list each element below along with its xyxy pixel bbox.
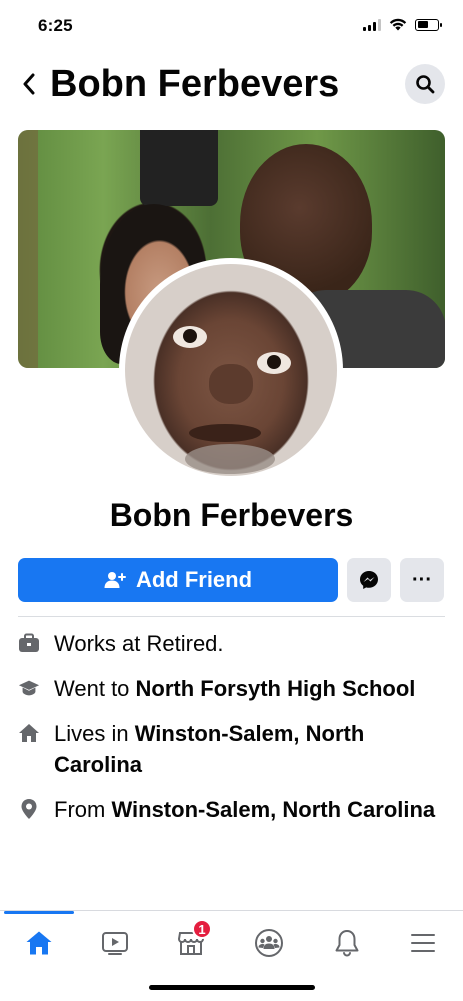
intro-details: Works at Retired. Went to North Forsyth … — [18, 628, 445, 839]
location-pin-icon — [18, 798, 40, 820]
search-button[interactable] — [405, 64, 445, 104]
status-icons — [363, 18, 442, 31]
add-friend-icon — [104, 572, 126, 588]
home-icon — [26, 931, 52, 955]
video-icon — [102, 932, 128, 955]
tab-home[interactable] — [14, 923, 64, 963]
detail-from-prefix: From — [54, 797, 112, 822]
home-indicator — [149, 985, 315, 990]
divider — [18, 616, 445, 617]
detail-education-prefix: Went to — [54, 676, 136, 701]
messenger-icon — [360, 571, 378, 589]
detail-education[interactable]: Went to North Forsyth High School — [18, 673, 445, 704]
tab-watch[interactable] — [90, 923, 140, 963]
tab-groups[interactable] — [244, 923, 294, 963]
messenger-button[interactable] — [347, 558, 391, 602]
bell-icon — [335, 930, 359, 957]
wifi-icon — [389, 18, 407, 31]
signal-icon — [363, 18, 381, 31]
detail-lives-prefix: Lives in — [54, 721, 135, 746]
back-button[interactable] — [14, 66, 44, 102]
tab-notifications[interactable] — [322, 923, 372, 963]
menu-icon — [411, 934, 435, 952]
briefcase-icon — [18, 632, 40, 654]
groups-icon — [255, 929, 283, 957]
profile-name: Bobn Ferbevers — [109, 497, 354, 533]
tab-marketplace[interactable]: 1 — [166, 919, 216, 963]
detail-work-text: Works at Retired. — [54, 631, 224, 656]
detail-work[interactable]: Works at Retired. — [18, 628, 445, 659]
home-icon — [18, 722, 40, 744]
more-options-button[interactable]: ··· — [400, 558, 444, 602]
battery-icon — [415, 18, 442, 31]
page-title: Bobn Ferbevers — [50, 63, 340, 105]
graduation-cap-icon — [18, 677, 40, 699]
search-icon — [416, 75, 435, 94]
notification-badge: 1 — [192, 919, 212, 939]
detail-from-value[interactable]: Winston-Salem, North Carolina — [111, 797, 435, 822]
tab-menu[interactable] — [398, 923, 448, 963]
add-friend-button[interactable]: Add Friend — [18, 558, 338, 602]
add-friend-label: Add Friend — [135, 567, 253, 592]
detail-from[interactable]: From Winston-Salem, North Carolina — [18, 794, 445, 825]
header: Bobn Ferbevers — [0, 56, 463, 116]
status-bar: 6:25 — [0, 0, 463, 52]
chevron-left-icon — [23, 73, 35, 95]
active-tab-indicator — [4, 911, 74, 914]
status-time: 6:25 — [38, 16, 73, 35]
profile-avatar[interactable] — [119, 258, 343, 482]
detail-lives[interactable]: Lives in Winston-Salem, North Carolina — [18, 718, 445, 780]
detail-education-value[interactable]: North Forsyth High School — [136, 676, 416, 701]
